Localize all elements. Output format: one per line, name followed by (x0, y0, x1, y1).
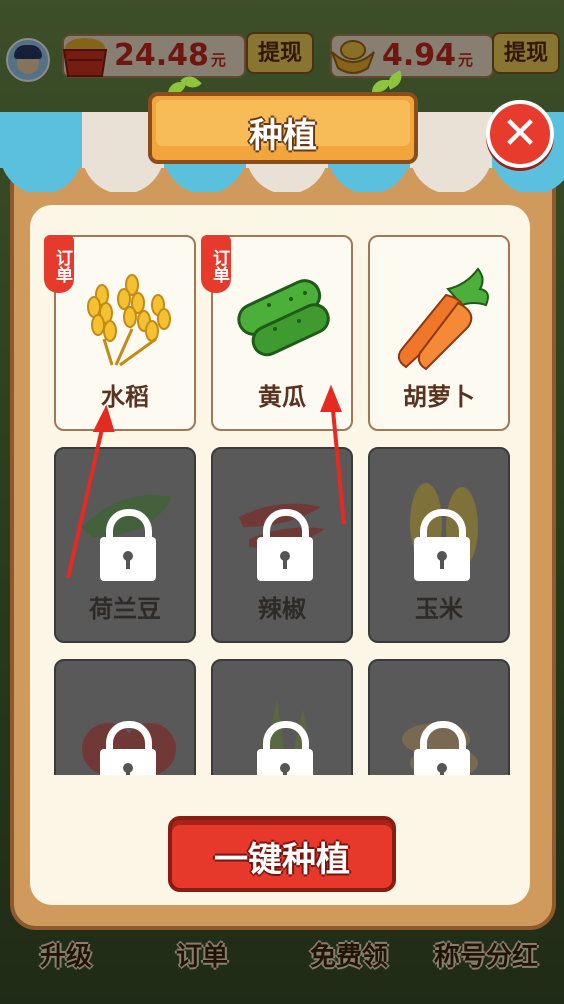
crop-name: 胡萝卜 (403, 382, 475, 411)
crop-name: 黄瓜 (258, 382, 306, 411)
modal-title: 种植 (249, 116, 317, 156)
lock-icon (414, 721, 470, 775)
rice-icon (87, 274, 171, 367)
crop-card-carrot[interactable]: 胡萝卜 (368, 235, 510, 431)
crop-card-peanut[interactable] (368, 659, 510, 775)
crop-card-pea[interactable]: 荷兰豆 (54, 447, 196, 643)
modal-title-board: 种植 (148, 70, 418, 166)
plant-all-label: 一键种植 (214, 840, 350, 880)
close-button[interactable]: ✕ (486, 100, 554, 168)
order-badge: 订单 (201, 235, 231, 293)
crop-card-chili[interactable]: 辣椒 (211, 447, 353, 643)
crop-card-rice[interactable]: 订单 水稻 (44, 235, 196, 431)
lock-icon (100, 509, 156, 581)
crop-name: 玉米 (415, 594, 463, 623)
plant-all-button[interactable]: 一键种植 (168, 816, 396, 892)
order-badge: 订单 (44, 235, 74, 293)
crop-card-bamboo-shoot[interactable] (211, 659, 353, 775)
crop-grid: 订单 水稻 订单 黄瓜 胡萝卜 荷兰豆 辣椒 玉米 (40, 225, 524, 775)
cucumber-icon (237, 279, 330, 357)
crop-name: 辣椒 (258, 594, 306, 623)
crop-card-cucumber[interactable]: 订单 黄瓜 (201, 235, 353, 431)
carrot-icon (397, 267, 489, 371)
lock-icon (414, 509, 470, 581)
close-icon: ✕ (501, 108, 539, 159)
crop-name: 荷兰豆 (89, 594, 161, 623)
crop-card-corn[interactable]: 玉米 (368, 447, 510, 643)
lock-icon (257, 509, 313, 581)
crop-card-tomato[interactable] (54, 659, 196, 775)
lock-icon (257, 721, 313, 775)
crop-name: 水稻 (101, 382, 149, 411)
lock-icon (100, 721, 156, 775)
